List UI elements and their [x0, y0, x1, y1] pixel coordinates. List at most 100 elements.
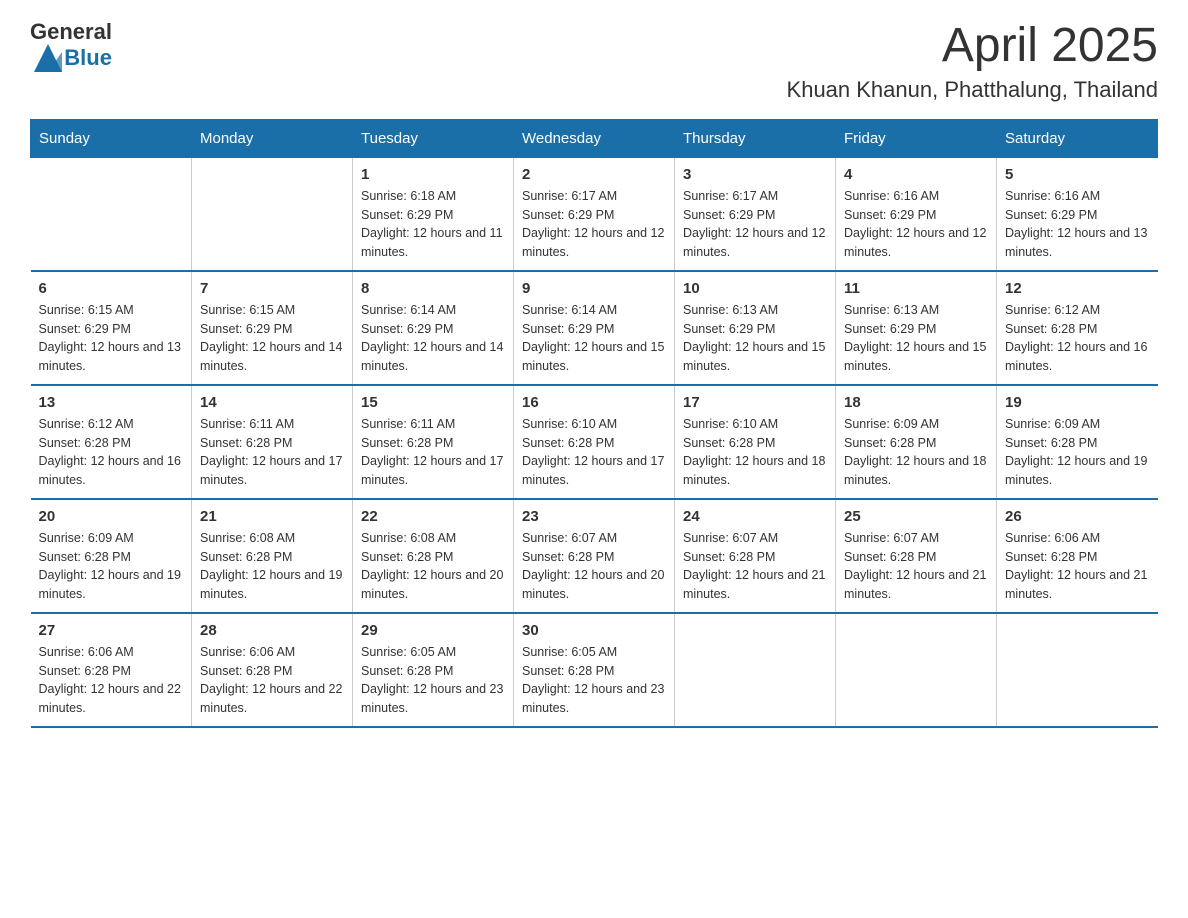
day-number: 6: [39, 280, 184, 297]
cell-week5-day4: [675, 613, 836, 727]
day-number: 19: [1005, 394, 1150, 411]
header-wednesday: Wednesday: [514, 119, 675, 157]
day-number: 17: [683, 394, 827, 411]
day-info: Sunrise: 6:08 AM Sunset: 6:28 PM Dayligh…: [200, 529, 344, 604]
header-saturday: Saturday: [997, 119, 1158, 157]
day-info: Sunrise: 6:17 AM Sunset: 6:29 PM Dayligh…: [522, 187, 666, 262]
day-number: 8: [361, 280, 505, 297]
cell-week1-day3: 2 Sunrise: 6:17 AM Sunset: 6:29 PM Daylig…: [514, 157, 675, 271]
cell-week1-day0: [31, 157, 192, 271]
day-info: Sunrise: 6:08 AM Sunset: 6:28 PM Dayligh…: [361, 529, 505, 604]
day-info: Sunrise: 6:09 AM Sunset: 6:28 PM Dayligh…: [1005, 415, 1150, 490]
cell-week5-day0: 27 Sunrise: 6:06 AM Sunset: 6:28 PM Dayli…: [31, 613, 192, 727]
day-number: 20: [39, 508, 184, 525]
day-info: Sunrise: 6:09 AM Sunset: 6:28 PM Dayligh…: [39, 529, 184, 604]
cell-week1-day1: [192, 157, 353, 271]
cell-week4-day0: 20 Sunrise: 6:09 AM Sunset: 6:28 PM Dayli…: [31, 499, 192, 613]
cell-week2-day4: 10 Sunrise: 6:13 AM Sunset: 6:29 PM Dayli…: [675, 271, 836, 385]
cell-week4-day3: 23Sunrise: 6:07 AM Sunset: 6:28 PM Dayli…: [514, 499, 675, 613]
day-number: 30: [522, 622, 666, 639]
header-friday: Friday: [836, 119, 997, 157]
header-sunday: Sunday: [31, 119, 192, 157]
day-number: 24: [683, 508, 827, 525]
day-number: 12: [1005, 280, 1150, 297]
day-number: 11: [844, 280, 988, 297]
day-number: 2: [522, 166, 666, 183]
day-info: Sunrise: 6:13 AM Sunset: 6:29 PM Dayligh…: [844, 301, 988, 376]
day-number: 15: [361, 394, 505, 411]
day-number: 26: [1005, 508, 1150, 525]
cell-week3-day6: 19 Sunrise: 6:09 AM Sunset: 6:28 PM Dayli…: [997, 385, 1158, 499]
day-info: Sunrise: 6:07 AM Sunset: 6:28 PM Dayligh…: [683, 529, 827, 604]
day-number: 4: [844, 166, 988, 183]
cell-week3-day2: 15 Sunrise: 6:11 AM Sunset: 6:28 PM Dayli…: [353, 385, 514, 499]
day-info: Sunrise: 6:11 AM Sunset: 6:28 PM Dayligh…: [200, 415, 344, 490]
week-row-3: 13 Sunrise: 6:12 AM Sunset: 6:28 PM Dayli…: [31, 385, 1158, 499]
cell-week4-day2: 22 Sunrise: 6:08 AM Sunset: 6:28 PM Dayli…: [353, 499, 514, 613]
day-info: Sunrise: 6:13 AM Sunset: 6:29 PM Dayligh…: [683, 301, 827, 376]
day-number: 23: [522, 508, 666, 525]
calendar-table: Sunday Monday Tuesday Wednesday Thursday…: [30, 119, 1158, 728]
day-number: 22: [361, 508, 505, 525]
week-row-5: 27 Sunrise: 6:06 AM Sunset: 6:28 PM Dayli…: [31, 613, 1158, 727]
week-row-1: 1 Sunrise: 6:18 AM Sunset: 6:29 PM Daylig…: [31, 157, 1158, 271]
day-info: Sunrise: 6:15 AM Sunset: 6:29 PM Dayligh…: [39, 301, 184, 376]
day-info: Sunrise: 6:14 AM Sunset: 6:29 PM Dayligh…: [522, 301, 666, 376]
header-monday: Monday: [192, 119, 353, 157]
day-info: Sunrise: 6:18 AM Sunset: 6:29 PM Dayligh…: [361, 187, 505, 262]
cell-week1-day4: 3Sunrise: 6:17 AM Sunset: 6:29 PM Daylig…: [675, 157, 836, 271]
month-title: April 2025: [787, 20, 1158, 73]
cell-week5-day1: 28 Sunrise: 6:06 AM Sunset: 6:28 PM Dayli…: [192, 613, 353, 727]
cell-week2-day2: 8 Sunrise: 6:14 AM Sunset: 6:29 PM Daylig…: [353, 271, 514, 385]
logo-general: General: [30, 20, 112, 44]
logo[interactable]: General Blue: [30, 20, 112, 72]
week-row-2: 6 Sunrise: 6:15 AM Sunset: 6:29 PM Daylig…: [31, 271, 1158, 385]
cell-week3-day4: 17 Sunrise: 6:10 AM Sunset: 6:28 PM Dayli…: [675, 385, 836, 499]
cell-week5-day3: 30 Sunrise: 6:05 AM Sunset: 6:28 PM Dayli…: [514, 613, 675, 727]
cell-week2-day0: 6 Sunrise: 6:15 AM Sunset: 6:29 PM Daylig…: [31, 271, 192, 385]
day-number: 16: [522, 394, 666, 411]
day-number: 27: [39, 622, 184, 639]
cell-week4-day1: 21 Sunrise: 6:08 AM Sunset: 6:28 PM Dayli…: [192, 499, 353, 613]
header-tuesday: Tuesday: [353, 119, 514, 157]
day-number: 1: [361, 166, 505, 183]
day-info: Sunrise: 6:11 AM Sunset: 6:28 PM Dayligh…: [361, 415, 505, 490]
cell-week5-day6: [997, 613, 1158, 727]
day-info: Sunrise: 6:06 AM Sunset: 6:28 PM Dayligh…: [39, 643, 184, 718]
day-number: 10: [683, 280, 827, 297]
cell-week4-day5: 25Sunrise: 6:07 AM Sunset: 6:28 PM Dayli…: [836, 499, 997, 613]
cell-week4-day6: 26Sunrise: 6:06 AM Sunset: 6:28 PM Dayli…: [997, 499, 1158, 613]
day-info: Sunrise: 6:09 AM Sunset: 6:28 PM Dayligh…: [844, 415, 988, 490]
day-number: 9: [522, 280, 666, 297]
day-info: Sunrise: 6:14 AM Sunset: 6:29 PM Dayligh…: [361, 301, 505, 376]
day-info: Sunrise: 6:16 AM Sunset: 6:29 PM Dayligh…: [1005, 187, 1150, 262]
day-info: Sunrise: 6:16 AM Sunset: 6:29 PM Dayligh…: [844, 187, 988, 262]
calendar-header-row: Sunday Monday Tuesday Wednesday Thursday…: [31, 119, 1158, 157]
day-info: Sunrise: 6:05 AM Sunset: 6:28 PM Dayligh…: [522, 643, 666, 718]
cell-week5-day2: 29 Sunrise: 6:05 AM Sunset: 6:28 PM Dayli…: [353, 613, 514, 727]
cell-week3-day0: 13 Sunrise: 6:12 AM Sunset: 6:28 PM Dayli…: [31, 385, 192, 499]
cell-week1-day5: 4 Sunrise: 6:16 AM Sunset: 6:29 PM Daylig…: [836, 157, 997, 271]
day-number: 18: [844, 394, 988, 411]
logo-icon: [34, 44, 62, 72]
title-section: April 2025 Khuan Khanun, Phatthalung, Th…: [787, 20, 1158, 103]
day-info: Sunrise: 6:10 AM Sunset: 6:28 PM Dayligh…: [522, 415, 666, 490]
day-info: Sunrise: 6:10 AM Sunset: 6:28 PM Dayligh…: [683, 415, 827, 490]
day-number: 21: [200, 508, 344, 525]
cell-week3-day1: 14Sunrise: 6:11 AM Sunset: 6:28 PM Dayli…: [192, 385, 353, 499]
day-info: Sunrise: 6:06 AM Sunset: 6:28 PM Dayligh…: [200, 643, 344, 718]
day-info: Sunrise: 6:07 AM Sunset: 6:28 PM Dayligh…: [844, 529, 988, 604]
page-header: General Blue April 2025 Khuan Khanun, Ph…: [30, 20, 1158, 103]
cell-week3-day3: 16 Sunrise: 6:10 AM Sunset: 6:28 PM Dayli…: [514, 385, 675, 499]
header-thursday: Thursday: [675, 119, 836, 157]
logo-blue: Blue: [64, 46, 112, 70]
day-info: Sunrise: 6:15 AM Sunset: 6:29 PM Dayligh…: [200, 301, 344, 376]
day-info: Sunrise: 6:12 AM Sunset: 6:28 PM Dayligh…: [39, 415, 184, 490]
day-number: 3: [683, 166, 827, 183]
cell-week4-day4: 24 Sunrise: 6:07 AM Sunset: 6:28 PM Dayli…: [675, 499, 836, 613]
day-number: 13: [39, 394, 184, 411]
day-info: Sunrise: 6:05 AM Sunset: 6:28 PM Dayligh…: [361, 643, 505, 718]
location-title: Khuan Khanun, Phatthalung, Thailand: [787, 77, 1158, 103]
day-number: 28: [200, 622, 344, 639]
day-number: 29: [361, 622, 505, 639]
